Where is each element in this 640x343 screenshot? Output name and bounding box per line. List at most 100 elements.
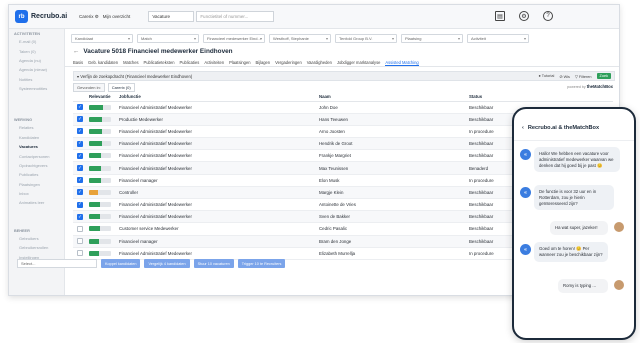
overview-link[interactable]: Mijn overzicht (103, 14, 131, 19)
candidate-name-cell[interactable]: Elon Musk (319, 174, 469, 187)
tutorial-option[interactable]: ● Tutorial (539, 74, 555, 78)
candidate-name-cell[interactable]: Elizabeth Murrellja (319, 247, 469, 260)
chat-typing-indicator: Romy is typing ... (558, 279, 608, 293)
row-checkbox[interactable] (77, 225, 83, 232)
candidate-name-cell[interactable]: Bram den Jonge (319, 235, 469, 248)
sidebar-item-gebruikersrollen[interactable]: Gebruikersrollen (9, 243, 64, 252)
filter-select[interactable]: Kandidaat ▾ (71, 34, 133, 43)
row-checkbox[interactable]: ✓ (77, 165, 83, 172)
candidate-name-cell[interactable]: Arno Joosten (319, 125, 469, 139)
row-checkbox[interactable]: ✓ (77, 116, 83, 123)
search-scope-select[interactable]: Vacature (148, 11, 195, 22)
sidebar-item-e-mail-0[interactable]: E-mail (0) (9, 37, 64, 46)
sidebar-item-plaatsingen[interactable]: Plaatsingen (9, 180, 64, 189)
row-checkbox[interactable]: ✓ (77, 128, 83, 135)
search-input[interactable]: Functietitel of nummer... (196, 11, 275, 22)
filter-select[interactable]: Tenfold Group B.V. ▾ (335, 34, 397, 43)
sidebar-item-publicaties[interactable]: Publicaties (9, 170, 64, 179)
col-status[interactable]: Status (469, 92, 613, 102)
tab-basis[interactable]: Basis (73, 58, 83, 66)
link-candidates-button[interactable]: Koppel kandidaten (101, 259, 141, 268)
row-checkbox[interactable]: ✓ (77, 104, 83, 111)
filter-select[interactable]: Plaatsing ▾ (401, 34, 463, 43)
trigger-recruiters-button[interactable]: Trigger 10 te Recruiters (237, 259, 286, 268)
tab-bijlagen[interactable]: Bijlagen (256, 58, 271, 66)
sidebar-item-relaties[interactable]: Relaties (9, 123, 64, 132)
relevance-fill (89, 202, 100, 208)
candidate-name-cell[interactable]: Margje Klein (319, 186, 469, 200)
compare-candidates-button[interactable]: Vergelijk 4 kandidaten (144, 259, 190, 268)
send-vacancies-button[interactable]: Stuur 10 vacaturen (193, 259, 234, 268)
sidebar-section-title[interactable]: BEHEER (9, 226, 64, 234)
back-chevron-icon[interactable]: ‹ (522, 125, 524, 131)
sidebar-item-contactpersonen[interactable]: Contactpersonen (9, 151, 64, 160)
relevance-fill (89, 238, 100, 244)
back-arrow-icon[interactable]: ← (73, 48, 79, 55)
col-job[interactable]: Jobfunctie (119, 92, 319, 102)
sidebar-item-notities[interactable]: Notities (9, 75, 64, 84)
candidate-name-cell[interactable]: Sven de Bakker (319, 210, 469, 224)
row-checkbox[interactable] (77, 250, 83, 257)
candidate-name-cell[interactable]: John Doe (319, 101, 469, 114)
chat-message-user: Ha wat super, jazeker! (550, 221, 608, 235)
candidate-name-cell[interactable]: Max Teunissen (319, 161, 469, 175)
tab-carerix[interactable]: Carerix (0) (107, 83, 135, 92)
sidebar-item-agenda-nieuw[interactable]: Agenda (nieuw) (9, 65, 64, 74)
candidate-name-cell[interactable]: Frankje Margriet (319, 149, 469, 163)
tab-matches[interactable]: Matches (123, 58, 138, 66)
clear-option[interactable]: ⊘ Wis (559, 74, 570, 79)
candidate-name-cell[interactable]: Cedric Pasalic (319, 222, 469, 236)
sidebar-item-systeemnotities[interactable]: Systeemnotities (9, 84, 64, 93)
sidebar-item-animaties-leer[interactable]: Animaties leer (9, 198, 64, 207)
settings-icon[interactable]: ⚙ (519, 11, 529, 21)
sidebar-item-opdrachtgevers[interactable]: Opdrachtgevers (9, 161, 64, 170)
refine-search-panel[interactable]: ▾ Verfijn de zoekopdracht (Financieel me… (73, 71, 615, 81)
filter-select[interactable]: Activiteit ▾ (467, 34, 529, 43)
candidate-name-cell[interactable]: Hendrik de Groot (319, 137, 469, 151)
candidate-name-cell[interactable]: Antoinette de Vries (319, 198, 469, 212)
sidebar-item-agenda-nu[interactable]: Agenda (nu) (9, 56, 64, 65)
filter-select[interactable]: Match ▾ (137, 34, 199, 43)
tab-jobdigger-marktanalyse[interactable]: Jobdigger marktanalyse (337, 58, 380, 66)
row-checkbox[interactable]: ✓ (77, 140, 83, 147)
tab-vaardigheden[interactable]: Vaardigheden (307, 58, 332, 66)
document-icon[interactable]: ▤ (495, 11, 505, 21)
source-tabs: Gevonden in: Carerix (0) powered by theM… (73, 83, 615, 92)
tab-publicaties[interactable]: Publicaties (180, 58, 200, 66)
search-button[interactable]: Zoek (596, 73, 611, 79)
row-checkbox[interactable]: ✓ (77, 152, 83, 159)
filter-option[interactable]: ▽ Filteren (575, 74, 592, 79)
row-checkbox[interactable]: ✓ (77, 177, 83, 184)
tab-geb-kandidaten[interactable]: Geb. kandidaten (88, 58, 118, 66)
bulk-select[interactable]: Select... (17, 259, 97, 268)
col-relevance[interactable]: Relevantie (89, 92, 119, 102)
tab-vergaderingen[interactable]: Vergaderingen (275, 58, 302, 66)
tab-assisted-matching[interactable]: Assisted Matching (385, 58, 419, 66)
row-checkbox[interactable]: ✓ (77, 213, 83, 220)
powered-by: powered by theMatchBox (567, 84, 613, 89)
sidebar-item-inbox[interactable]: Inbox (9, 189, 64, 198)
relevance-fill (89, 104, 103, 110)
job-title-cell: Productie Medewerker (119, 113, 319, 126)
tab-activiteiten[interactable]: Activiteiten (204, 58, 224, 66)
help-icon[interactable]: ? (543, 11, 553, 21)
tab-plaatsingen[interactable]: Plaatsingen (229, 58, 250, 66)
sidebar-section-title[interactable]: WERVING (9, 115, 64, 123)
vacancy-tabs: Basis Geb. kandidaten Matches Publicatietek… (65, 55, 619, 67)
filter-select[interactable]: Financieel medewerker Eind... ▾ (203, 34, 265, 43)
relevance-fill (89, 128, 102, 134)
row-checkbox[interactable]: ✓ (77, 201, 83, 208)
sidebar-item-taken-0[interactable]: Taken (0) (9, 46, 64, 55)
row-checkbox[interactable]: ✓ (77, 189, 83, 196)
sidebar-item-vacatures[interactable]: Vacatures (9, 142, 64, 151)
col-name[interactable]: Naam (319, 92, 469, 102)
sidebar-section-title[interactable]: ACTIVITEITEN (9, 29, 64, 37)
sidebar-item-gebruikers[interactable]: Gebruikers (9, 234, 64, 243)
row-checkbox[interactable] (77, 238, 83, 245)
logo[interactable]: rb Recrubo.ai (15, 10, 75, 23)
candidate-name-cell[interactable]: Hans Teeuwen (319, 113, 469, 126)
tab-publicatieteksten[interactable]: Publicatieteksten (144, 58, 175, 66)
filter-select[interactable]: Westhoff, Stephanie ▾ (269, 34, 331, 43)
tenant-link[interactable]: Carerix ⚙ (79, 14, 99, 20)
sidebar-item-kandidaten[interactable]: Kandidaten (9, 133, 64, 142)
